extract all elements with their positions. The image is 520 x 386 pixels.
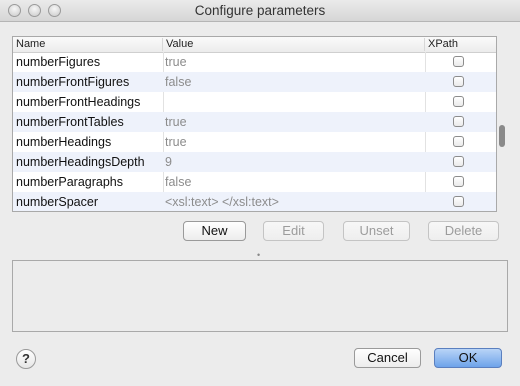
splitter-handle[interactable]: •: [257, 251, 261, 260]
parameter-value[interactable]: false: [165, 172, 191, 192]
table-row[interactable]: numberFrontFigures false: [13, 72, 496, 92]
column-header-xpath[interactable]: XPath: [425, 38, 496, 51]
table-row[interactable]: numberParagraphs false: [13, 172, 496, 192]
edit-button[interactable]: Edit: [263, 221, 324, 241]
parameter-name: numberFrontHeadings: [16, 95, 141, 109]
parameter-name: numberFrontFigures: [16, 75, 130, 89]
xpath-checkbox[interactable]: [453, 56, 464, 67]
parameter-name: numberHeadingsDepth: [16, 155, 145, 169]
parameter-name: numberFigures: [16, 55, 101, 69]
table-row[interactable]: numberFrontHeadings: [13, 92, 496, 112]
unset-button[interactable]: Unset: [343, 221, 410, 241]
xpath-checkbox[interactable]: [453, 76, 464, 87]
title-bar: Configure parameters: [0, 0, 520, 22]
xpath-checkbox[interactable]: [453, 176, 464, 187]
parameters-table: Name Value XPath numberFigures true numb…: [12, 36, 497, 212]
table-row[interactable]: numberFrontTables true: [13, 112, 496, 132]
ok-button[interactable]: OK: [434, 348, 502, 368]
column-header-name[interactable]: Name: [13, 38, 163, 51]
column-header-value[interactable]: Value: [163, 38, 425, 51]
parameter-name: numberFrontTables: [16, 115, 124, 129]
table-row[interactable]: numberHeadings true: [13, 132, 496, 152]
xpath-checkbox[interactable]: [453, 136, 464, 147]
window-title: Configure parameters: [194, 3, 326, 18]
xpath-checkbox[interactable]: [453, 196, 464, 207]
delete-button[interactable]: Delete: [428, 221, 499, 241]
parameter-value[interactable]: <xsl:text> </xsl:text>: [165, 192, 279, 211]
table-row[interactable]: numberFigures true: [13, 52, 496, 72]
parameter-value[interactable]: true: [165, 52, 187, 72]
table-body: numberFigures true numberFrontFigures fa…: [13, 52, 496, 211]
new-button[interactable]: New: [183, 221, 246, 241]
scrollbar-thumb[interactable]: [499, 125, 505, 147]
parameter-name: numberParagraphs: [16, 175, 124, 189]
parameter-value[interactable]: true: [165, 112, 187, 132]
help-icon[interactable]: ?: [16, 349, 36, 369]
parameter-value[interactable]: false: [165, 72, 191, 92]
parameter-name: numberHeadings: [16, 135, 112, 149]
table-row[interactable]: numberHeadingsDepth 9: [13, 152, 496, 172]
table-row[interactable]: numberSpacer <xsl:text> </xsl:text>: [13, 192, 496, 211]
parameter-value[interactable]: true: [165, 132, 187, 152]
xpath-checkbox[interactable]: [453, 156, 464, 167]
cancel-button[interactable]: Cancel: [354, 348, 421, 368]
xpath-checkbox[interactable]: [453, 96, 464, 107]
parameter-name: numberSpacer: [16, 195, 98, 209]
table-scrollbar[interactable]: [497, 36, 508, 212]
xpath-checkbox[interactable]: [453, 116, 464, 127]
configure-parameters-dialog: Configure parameters Name Value XPath nu…: [0, 0, 520, 386]
table-header: Name Value XPath: [13, 37, 496, 53]
description-area: [12, 260, 508, 332]
parameter-value[interactable]: 9: [165, 152, 172, 172]
